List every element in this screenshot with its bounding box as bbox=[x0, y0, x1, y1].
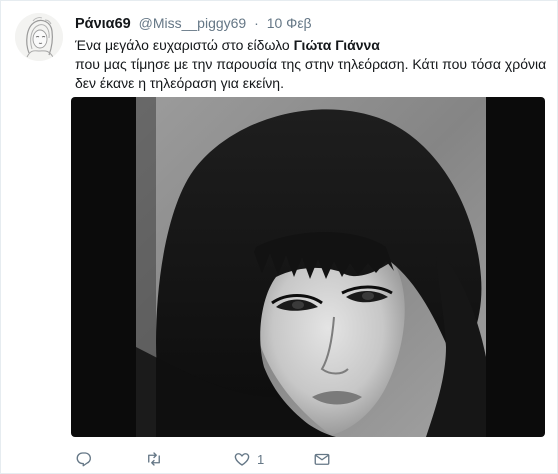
mentioned-name: Γιώτα Γιάννα bbox=[293, 37, 380, 53]
tweet-text-line-2: που μας τίμησε με την παρουσία της στην … bbox=[75, 56, 547, 72]
direct-message-button[interactable] bbox=[313, 449, 337, 469]
tweet-text: Ένα μεγάλο ευχαριστώ στο είδωλο Γιώτα Γι… bbox=[75, 36, 547, 93]
tweet-actions: 1 bbox=[75, 449, 495, 469]
avatar[interactable] bbox=[15, 13, 63, 61]
like-count: 1 bbox=[257, 451, 265, 467]
tweet-date[interactable]: 10 Φεβ bbox=[267, 15, 312, 31]
user-handle[interactable]: @Miss__piggy69 bbox=[139, 15, 247, 31]
reply-icon bbox=[75, 450, 93, 468]
tweet-card[interactable]: Ράνια69 @Miss__piggy69 · 10 Φεβ Ένα μεγά… bbox=[0, 0, 558, 474]
like-button[interactable]: 1 bbox=[233, 449, 264, 469]
retweet-button[interactable] bbox=[145, 449, 169, 469]
tweet-text-line-1: Ένα μεγάλο ευχαριστώ στο είδωλο Γιώτα Γι… bbox=[75, 36, 545, 55]
tweet-text-prefix: Ένα μεγάλο ευχαριστώ στο είδωλο bbox=[75, 37, 294, 53]
separator: · bbox=[254, 15, 259, 31]
display-name[interactable]: Ράνια69 bbox=[75, 16, 131, 32]
tweet-header: Ράνια69 @Miss__piggy69 · 10 Φεβ bbox=[75, 13, 312, 33]
envelope-icon bbox=[313, 450, 331, 468]
reply-button[interactable] bbox=[75, 449, 99, 469]
tweet-text-line-3: δεν έκανε η τηλεόραση για εκείνη. bbox=[75, 75, 284, 91]
tweet-photo[interactable] bbox=[136, 97, 486, 437]
tweet-media[interactable] bbox=[71, 97, 545, 437]
retweet-icon bbox=[145, 450, 163, 468]
heart-icon bbox=[233, 450, 251, 468]
